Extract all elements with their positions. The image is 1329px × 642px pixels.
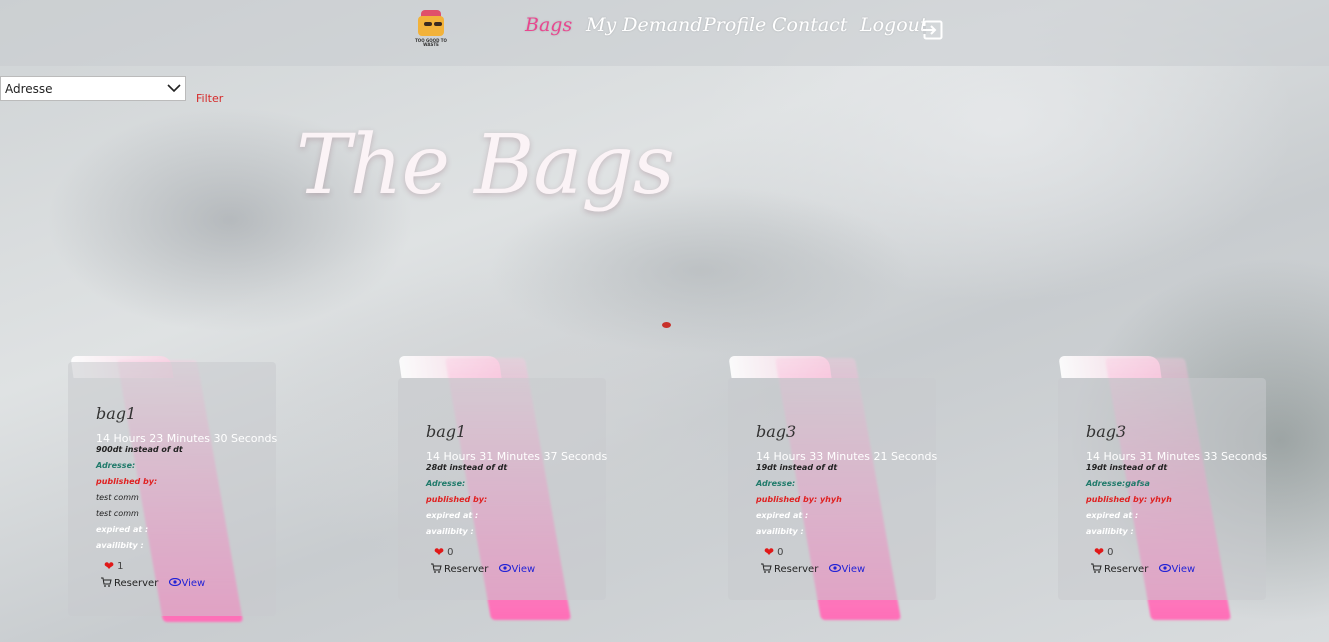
heart-icon[interactable]: ❤: [434, 545, 444, 559]
bag-address: Adresse:gafsa: [1086, 479, 1150, 488]
nav-link-contact[interactable]: Contact: [772, 14, 847, 36]
bag-availability: availibity :: [426, 527, 474, 536]
address-select-value: Adresse: [5, 82, 53, 96]
filter-button[interactable]: Filter: [196, 92, 223, 105]
likes-row: ❤ 0: [756, 545, 936, 563]
like-count: 0: [777, 547, 784, 558]
reserve-button[interactable]: Reserver: [101, 577, 162, 589]
view-link[interactable]: View: [498, 564, 536, 575]
reserve-label: Reserver: [444, 564, 489, 575]
bag-published-by: published by:: [426, 495, 488, 504]
bag-price: 900dt instead of dt: [96, 445, 183, 454]
bag-card-content: bag3 14 Hours 31 Minutes 33 Seconds 19dt…: [1086, 422, 1268, 575]
eye-icon: [168, 578, 181, 586]
bag-address: Adresse:: [756, 479, 796, 488]
background-climber: [662, 322, 671, 328]
like-count: 1: [117, 561, 124, 572]
reserve-label: Reserver: [114, 578, 159, 589]
heart-icon[interactable]: ❤: [1094, 545, 1104, 559]
card-actions: Reserver View: [1086, 563, 1266, 575]
reserve-button[interactable]: Reserver: [1091, 563, 1152, 575]
eye-icon: [498, 564, 511, 572]
cart-icon: [101, 577, 112, 587]
bag-expired-at: expired at :: [96, 525, 149, 534]
like-count: 0: [1107, 547, 1114, 558]
bag-card-content: bag3 14 Hours 33 Minutes 21 Seconds 19dt…: [756, 422, 938, 575]
logo[interactable]: TOO GOOD TO WASTE: [412, 10, 450, 48]
reserve-button[interactable]: Reserver: [431, 563, 492, 575]
cart-icon: [1091, 563, 1102, 573]
bag-countdown: 14 Hours 33 Minutes 21 Seconds: [756, 450, 938, 463]
bag-name: bag1: [426, 422, 467, 441]
bag-card: bag3 14 Hours 31 Minutes 33 Seconds 19dt…: [1058, 378, 1268, 600]
view-label: View: [1171, 564, 1196, 575]
view-label: View: [841, 564, 866, 575]
reserve-label: Reserver: [774, 564, 819, 575]
eye-icon: [1158, 564, 1171, 572]
bag-availability: availibity :: [1086, 527, 1134, 536]
bag-expired-at: expired at :: [1086, 511, 1139, 520]
likes-row: ❤ 0: [426, 545, 606, 563]
logo-box: [418, 16, 444, 36]
bag-comment: test comm: [96, 493, 139, 502]
card-actions: Reserver View: [756, 563, 936, 575]
card-actions: Reserver View: [426, 563, 606, 575]
view-link[interactable]: View: [828, 564, 866, 575]
view-label: View: [181, 578, 206, 589]
bag-expired-at: expired at :: [426, 511, 479, 520]
nav-link-profile[interactable]: Profile: [703, 14, 766, 36]
bag-countdown: 14 Hours 31 Minutes 33 Seconds: [1086, 450, 1268, 463]
cart-icon: [431, 563, 442, 573]
bag-name: bag3: [756, 422, 797, 441]
bag-name: bag3: [1086, 422, 1127, 441]
reserve-button[interactable]: Reserver: [761, 563, 822, 575]
bag-countdown: 14 Hours 23 Minutes 30 Seconds: [96, 432, 278, 445]
logo-eye-left: [424, 22, 432, 26]
bag-countdown: 14 Hours 31 Minutes 37 Seconds: [426, 450, 608, 463]
bag-card-content: bag1 14 Hours 31 Minutes 37 Seconds 28dt…: [426, 422, 608, 575]
bag-published-by: published by:: [96, 477, 158, 486]
nav-link-bags[interactable]: Bags: [525, 14, 572, 36]
bag-price: 19dt instead of dt: [756, 463, 838, 472]
view-link[interactable]: View: [168, 578, 206, 589]
bag-price: 19dt instead of dt: [1086, 463, 1168, 472]
cart-icon: [761, 563, 772, 573]
like-count: 0: [447, 547, 454, 558]
logo-text: TOO GOOD TO WASTE: [415, 38, 447, 47]
logout-link[interactable]: Logout: [860, 14, 928, 36]
bag-name: bag1: [96, 404, 137, 423]
card-actions: Reserver View: [96, 577, 276, 589]
heart-icon[interactable]: ❤: [104, 559, 114, 573]
view-label: View: [511, 564, 536, 575]
bag-availability: availibity :: [756, 527, 804, 536]
bag-address: Adresse:: [96, 461, 136, 470]
bag-expired-at: expired at :: [756, 511, 809, 520]
navbar: TOO GOOD TO WASTE Bags My Demand Profile…: [0, 0, 1329, 66]
page-title: The Bags: [296, 118, 675, 213]
heart-icon[interactable]: ❤: [764, 545, 774, 559]
nav-link-my-demand[interactable]: My Demand: [586, 14, 702, 36]
eye-icon: [828, 564, 841, 572]
likes-row: ❤ 1: [96, 559, 276, 577]
bag-price: 28dt instead of dt: [426, 463, 508, 472]
bag-card: bag1 14 Hours 23 Minutes 30 Seconds 900d…: [68, 362, 278, 616]
bag-comment: test comm: [96, 509, 139, 518]
address-select[interactable]: Adresse: [0, 76, 186, 101]
reserve-label: Reserver: [1104, 564, 1149, 575]
chevron-down-icon: [167, 84, 181, 93]
bag-published-by: published by: yhyh: [1086, 495, 1172, 504]
view-link[interactable]: View: [1158, 564, 1196, 575]
bag-card: bag3 14 Hours 33 Minutes 21 Seconds 19dt…: [728, 378, 938, 600]
logo-eye-right: [434, 22, 442, 26]
likes-row: ❤ 0: [1086, 545, 1266, 563]
bag-published-by: published by: yhyh: [756, 495, 842, 504]
bag-availability: availibity :: [96, 541, 144, 550]
logout-icon[interactable]: [923, 20, 943, 40]
bag-address: Adresse:: [426, 479, 466, 488]
bag-card-content: bag1 14 Hours 23 Minutes 30 Seconds 900d…: [96, 404, 278, 589]
bag-card: bag1 14 Hours 31 Minutes 37 Seconds 28dt…: [398, 378, 608, 600]
